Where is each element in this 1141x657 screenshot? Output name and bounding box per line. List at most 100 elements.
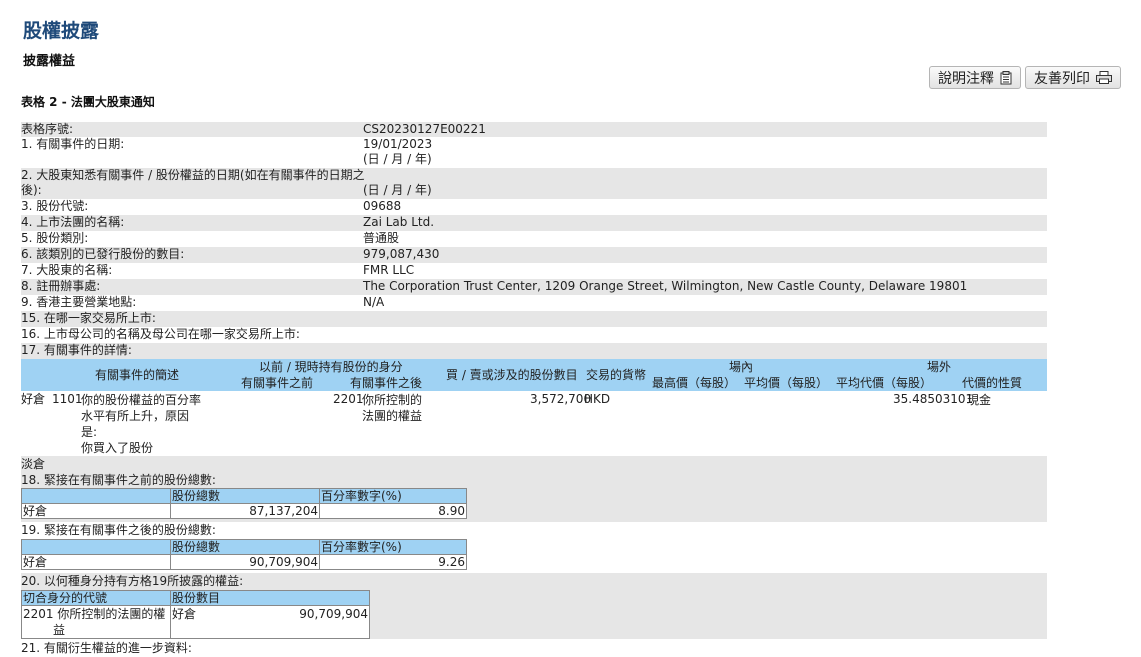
event-desc-4: 你買入了股份 xyxy=(81,441,154,455)
event-table-header: 有關事件的簡述 以前 / 現時持有股份的身分 有關事件之前 有關事件之後 買 /… xyxy=(21,359,1047,391)
print-button-label: 友善列印 xyxy=(1034,70,1090,87)
row-hk-place: 9. 香港主要營業地點: N/A xyxy=(21,295,1047,311)
header-off-exchange: 場外 xyxy=(927,360,952,374)
sec19-label: 19. 緊接在有關事件之後的股份總數: xyxy=(21,523,216,537)
parent-label: 16. 上市母公司的名稱及母公司在哪一家交易所上市: xyxy=(21,327,300,341)
header-avg-off: 平均代價（每股） xyxy=(836,376,933,390)
sec21-block: 21. 有關衍生權益的進一步資料: xyxy=(21,641,1047,657)
row-parent: 16. 上市母公司的名稱及母公司在哪一家交易所上市: xyxy=(21,327,1047,343)
event-desc-2: 水平有所上升，原因 xyxy=(81,409,190,423)
row-stock-code: 3. 股份代號: 09688 xyxy=(21,199,1047,215)
event-code: 1101 xyxy=(52,392,83,406)
event-date-label: 1. 有關事件的日期: xyxy=(21,137,125,151)
sec20-table: 切合身分的代號 股份數目 2201 你所控制的法團的權 益 好倉 90,709,… xyxy=(21,590,370,639)
sec20-header-count: 股份數目 xyxy=(170,590,370,606)
holder-label: 7. 大股東的名稱: xyxy=(21,263,113,277)
sec20-desc-1: 你所控制的法團的權 xyxy=(57,607,166,621)
sec20-position: 好倉 xyxy=(172,607,197,621)
event-shares: 3,572,700 xyxy=(530,392,592,406)
header-nature: 代價的性質 xyxy=(962,376,1023,390)
row-exchange: 15. 在哪一家交易所上市: xyxy=(21,311,1047,327)
sec20-label: 20. 以何種身分持有方格19所披露的權益: xyxy=(21,574,244,588)
row-aware-date: 2. 大股東知悉有關事件 / 股份權益的日期(如在有關事件的日期之 後): (日… xyxy=(21,168,1047,199)
holder-value: FMR LLC xyxy=(363,263,415,277)
printer-icon xyxy=(1096,71,1112,84)
notes-icon xyxy=(1000,70,1012,84)
issuer-value: Zai Lab Ltd. xyxy=(363,215,435,229)
explain-button[interactable]: 說明注釋 xyxy=(929,66,1021,89)
header-currency: 交易的貨幣 xyxy=(586,368,647,382)
page-subtitle: 披露權益 xyxy=(23,54,76,69)
page-title: 股權披露 xyxy=(23,20,100,42)
header-before: 有關事件之前 xyxy=(241,376,314,390)
stock-code-value: 09688 xyxy=(363,199,402,213)
sec18-row-label: 好倉 xyxy=(21,503,171,519)
sec20-header-code: 切合身分的代號 xyxy=(21,590,171,606)
sec20-capacity-cell: 2201 你所控制的法團的權 益 xyxy=(21,605,171,639)
issuer-label: 4. 上市法團的名稱: xyxy=(21,215,125,229)
header-avg: 平均價（每股） xyxy=(744,376,829,390)
header-high: 最高價（每股） xyxy=(652,376,737,390)
sec19-header-total: 股份總數 xyxy=(170,539,320,555)
sec19-header-pct: 百分率數字(%) xyxy=(319,539,467,555)
header-on-exchange: 場內 xyxy=(729,360,754,374)
row-issuer: 4. 上市法團的名稱: Zai Lab Ltd. xyxy=(21,215,1047,231)
sec19-blank-header xyxy=(21,539,171,555)
sec19-table: 股份總數 百分率數字(%) 好倉 90,709,904 9.26 xyxy=(21,539,467,570)
sec20-count: 90,709,904 xyxy=(299,607,368,621)
event-avg-off: 35.48503101 xyxy=(893,392,974,406)
issued-value: 979,087,430 xyxy=(363,247,440,261)
row-reg-office: 8. 註冊辦事處: The Corporation Trust Center, … xyxy=(21,279,1047,295)
serial-label: 表格序號: xyxy=(21,122,74,136)
print-button[interactable]: 友善列印 xyxy=(1025,66,1121,89)
toolbar: 說明注釋 友善列印 xyxy=(929,66,1121,89)
issued-label: 6. 該類別的已發行股份的數目: xyxy=(21,247,185,261)
sec20-code: 2201 xyxy=(23,607,54,621)
exchange-label: 15. 在哪一家交易所上市: xyxy=(21,311,156,325)
sec18-total: 87,137,204 xyxy=(170,503,320,519)
row-serial: 表格序號: CS20230127E00221 xyxy=(21,122,1047,137)
row-issued: 6. 該類別的已發行股份的數目: 979,087,430 xyxy=(21,247,1047,263)
sec19-pct: 9.26 xyxy=(319,554,467,570)
class-value: 普通股 xyxy=(363,231,400,245)
aware-date-format: (日 / 月 / 年) xyxy=(363,183,432,197)
sec19-row-label: 好倉 xyxy=(21,554,171,570)
row-event-date: 1. 有關事件的日期: 19/01/2023 (日 / 月 / 年) xyxy=(21,137,1047,168)
table-title: 表格 2 - 法團大股東通知 xyxy=(21,95,155,109)
aware-date-label-2: 後): xyxy=(21,183,42,197)
sec19-total: 90,709,904 xyxy=(170,554,320,570)
event-after-1: 你所控制的 xyxy=(362,393,423,407)
event-after-code: 2201 xyxy=(333,392,364,406)
class-label: 5. 股份類別: xyxy=(21,231,89,245)
header-after: 有關事件之後 xyxy=(350,376,423,390)
event-desc-1: 你的股份權益的百分率 xyxy=(81,393,202,407)
sec18-blank-header xyxy=(21,488,171,504)
sec18-header-total: 股份總數 xyxy=(170,488,320,504)
sec18-pct: 8.90 xyxy=(319,503,467,519)
sec20-desc-2: 益 xyxy=(53,623,66,637)
sec18-label: 18. 緊接在有關事件之前的股份總數: xyxy=(21,473,216,487)
stock-code-label: 3. 股份代號: xyxy=(21,199,89,213)
event-date-value: 19/01/2023 xyxy=(363,137,433,151)
sec18-table: 股份總數 百分率數字(%) 好倉 87,137,204 8.90 xyxy=(21,488,467,519)
sec20-count-cell: 好倉 90,709,904 xyxy=(170,605,370,639)
row-class: 5. 股份類別: 普通股 xyxy=(21,231,1047,247)
row-holder: 7. 大股東的名稱: FMR LLC xyxy=(21,263,1047,279)
event-currency: HKD xyxy=(584,392,611,406)
header-desc: 有關事件的簡述 xyxy=(95,368,180,382)
hk-place-value: N/A xyxy=(363,295,385,309)
short-position-label: 淡倉 xyxy=(21,457,46,471)
reg-office-value: The Corporation Trust Center, 1209 Orang… xyxy=(363,279,968,293)
serial-value: CS20230127E00221 xyxy=(363,122,486,136)
sec18-header-pct: 百分率數字(%) xyxy=(319,488,467,504)
reg-office-label: 8. 註冊辦事處: xyxy=(21,279,101,293)
header-capacity: 以前 / 現時持有股份的身分 xyxy=(259,360,403,374)
header-shares: 買 / 賣或涉及的股份數目 xyxy=(446,368,578,382)
details-label: 17. 有關事件的詳情: xyxy=(21,343,132,357)
hk-place-label: 9. 香港主要營業地點: xyxy=(21,295,137,309)
event-after-2: 法團的權益 xyxy=(362,409,423,423)
event-nature: 現金 xyxy=(967,393,992,407)
event-date-format: (日 / 月 / 年) xyxy=(363,152,432,166)
aware-date-label-1: 2. 大股東知悉有關事件 / 股份權益的日期(如在有關事件的日期之 xyxy=(21,168,365,182)
explain-button-label: 說明注釋 xyxy=(938,70,994,87)
